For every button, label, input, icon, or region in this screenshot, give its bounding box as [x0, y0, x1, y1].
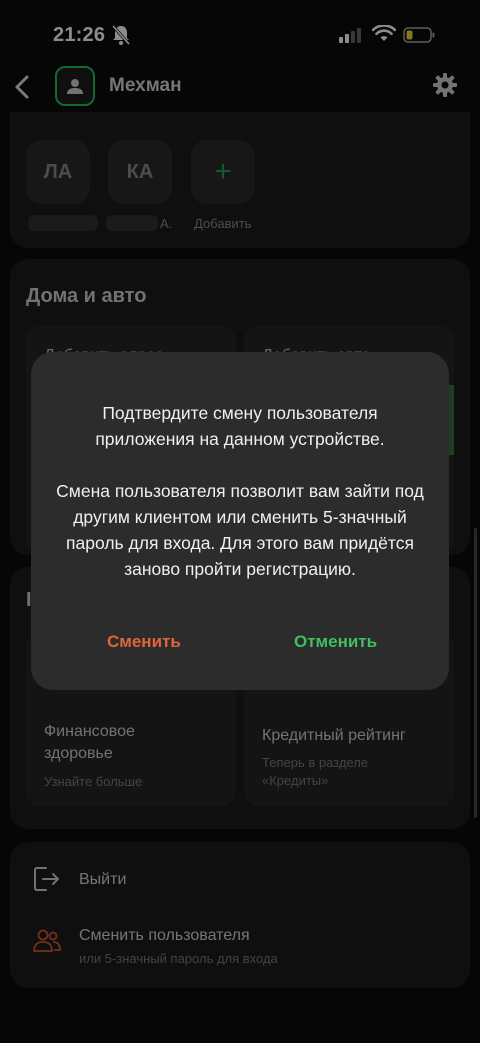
cancel-button[interactable]: Отменить — [294, 632, 377, 652]
confirm-switch-button[interactable]: Сменить — [107, 632, 181, 652]
dialog-message-details: Смена пользователя позволит вам зайти по… — [56, 481, 424, 579]
dialog-message-confirm: Подтвердите смену пользователя приложени… — [95, 403, 385, 449]
confirm-switch-user-dialog: Подтвердите смену пользователя приложени… — [31, 352, 449, 690]
